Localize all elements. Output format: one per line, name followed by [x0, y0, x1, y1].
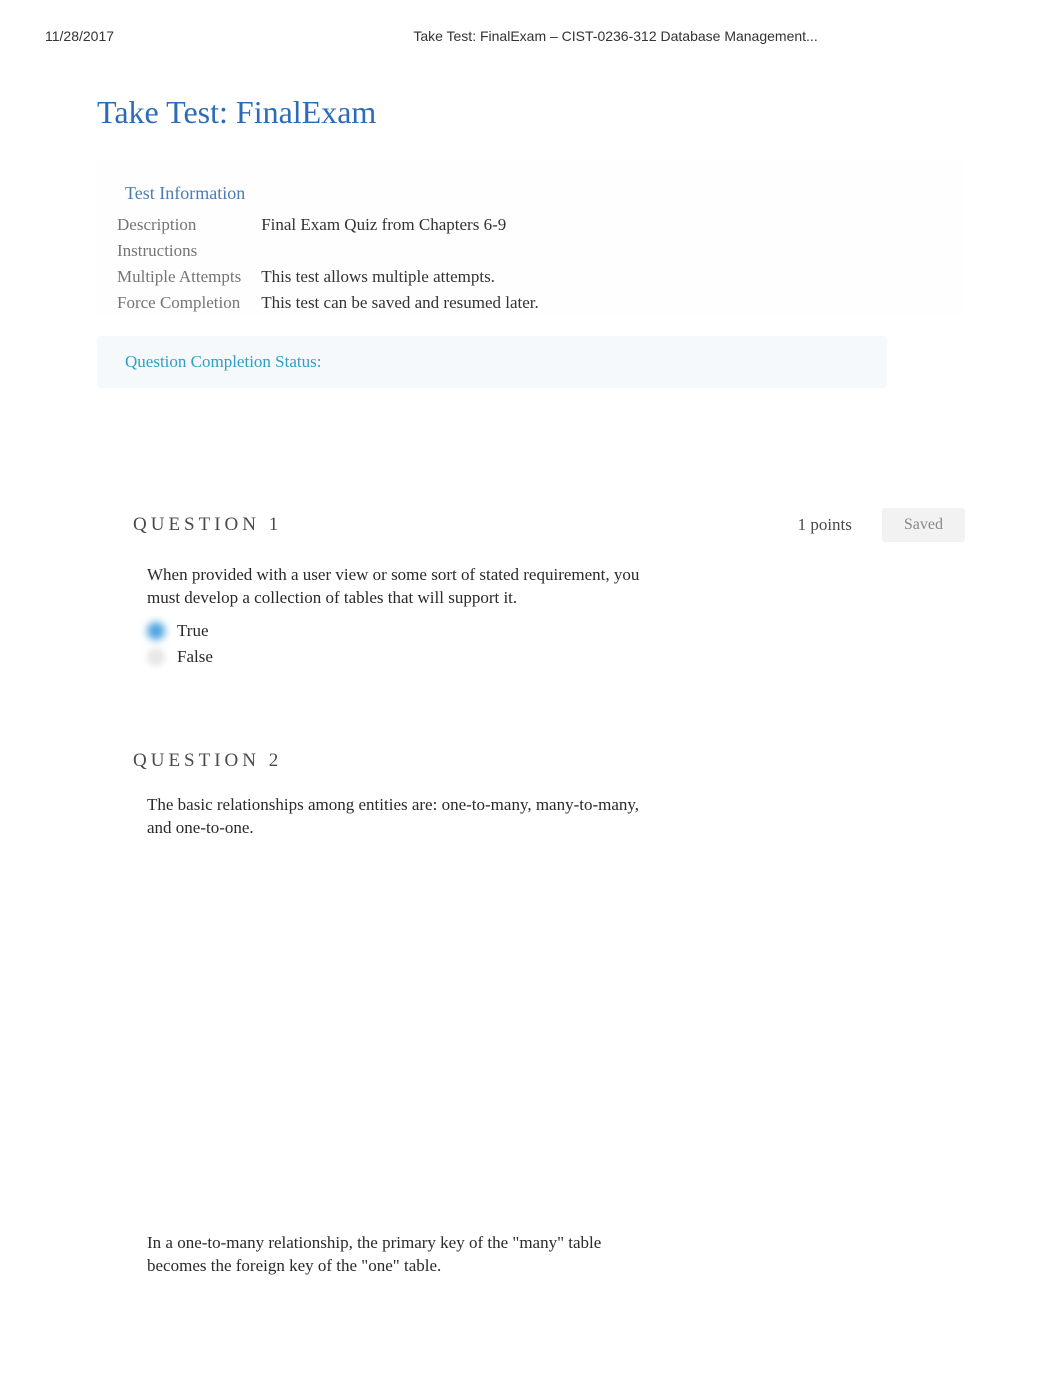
question-title: QUESTION 1 [97, 514, 798, 536]
info-label: Instructions [117, 238, 261, 264]
question-text: In a one-to-many relationship, the prima… [147, 1232, 657, 1278]
print-title: Take Test: FinalExam – CIST-0236-312 Dat… [114, 28, 1017, 44]
info-row-instructions: Instructions [117, 238, 547, 264]
radio-icon[interactable] [147, 648, 165, 666]
option-label: True [177, 621, 209, 641]
page-title: Take Test: FinalExam [55, 94, 1007, 161]
completion-status-label: Question Completion Status: [125, 352, 321, 371]
question-body: The basic relationships among entities a… [97, 782, 657, 840]
info-row-description: Description Final Exam Quiz from Chapter… [117, 212, 547, 238]
question-text: When provided with a user view or some s… [147, 564, 657, 610]
info-label: Force Completion [117, 290, 261, 316]
question-body: When provided with a user view or some s… [97, 552, 657, 670]
option-true[interactable]: True [147, 618, 657, 644]
info-value: This test allows multiple attempts. [261, 264, 547, 290]
info-label: Multiple Attempts [117, 264, 261, 290]
info-row-multiple-attempts: Multiple Attempts This test allows multi… [117, 264, 547, 290]
print-header: 11/28/2017 Take Test: FinalExam – CIST-0… [0, 0, 1062, 54]
question-2: QUESTION 2 The basic relationships among… [55, 740, 1007, 840]
question-points: 1 points [798, 515, 852, 535]
completion-status-box: Question Completion Status: [97, 336, 887, 388]
print-date: 11/28/2017 [45, 28, 114, 44]
info-table: Description Final Exam Quiz from Chapter… [117, 212, 547, 316]
question-body: In a one-to-many relationship, the prima… [97, 1220, 657, 1278]
question-3: In a one-to-many relationship, the prima… [55, 1220, 1007, 1278]
question-1: QUESTION 1 1 points Saved When provided … [55, 498, 1007, 670]
question-text: The basic relationships among entities a… [147, 794, 657, 840]
info-row-force-completion: Force Completion This test can be saved … [117, 290, 547, 316]
info-value: Final Exam Quiz from Chapters 6-9 [261, 212, 547, 238]
question-title: QUESTION 2 [97, 750, 965, 772]
info-value [261, 238, 547, 264]
saved-badge: Saved [882, 508, 965, 542]
test-information-heading: Test Information [97, 161, 965, 212]
info-value: This test can be saved and resumed later… [261, 290, 547, 316]
radio-icon[interactable] [147, 622, 165, 640]
info-label: Description [117, 212, 261, 238]
option-label: False [177, 647, 213, 667]
question-header: QUESTION 1 1 points Saved [97, 498, 965, 552]
option-false[interactable]: False [147, 644, 657, 670]
question-header: QUESTION 2 [97, 740, 965, 782]
main-panel: Take Test: FinalExam Test Information De… [55, 64, 1007, 1278]
test-information-box: Test Information Description Final Exam … [97, 161, 965, 316]
